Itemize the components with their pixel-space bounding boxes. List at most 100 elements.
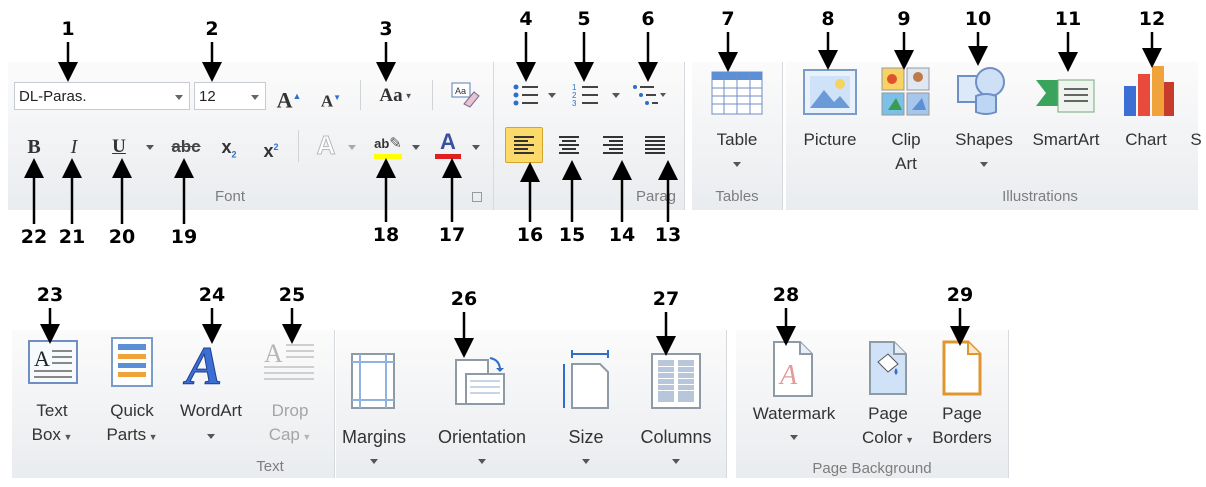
chart-icon[interactable] (1120, 64, 1176, 118)
highlight-button[interactable]: ab✎ (370, 128, 406, 162)
callout-4: 4 (519, 8, 533, 30)
shapes-icon[interactable] (954, 62, 1010, 118)
wordart-icon[interactable]: A (180, 334, 236, 397)
multilevel-list-button[interactable] (632, 82, 668, 108)
quick-parts-line1: Quick (110, 401, 154, 420)
page-borders-button-label[interactable]: Page Borders (924, 402, 1000, 450)
watermark-button-label[interactable]: Watermark (742, 402, 846, 426)
font-color-button[interactable]: A (432, 128, 464, 162)
change-case-glyph: Aa (379, 85, 403, 106)
page-color-line2-text: Color (861, 428, 903, 447)
wordart-button-label[interactable]: WordArt (170, 399, 252, 423)
chevron-down-icon[interactable] (370, 459, 378, 464)
shrink-font-glyph: A (320, 91, 334, 111)
justify-button[interactable] (638, 128, 672, 162)
chevron-down-icon[interactable] (733, 162, 741, 167)
clip-art-button-label[interactable]: Clip Art (878, 128, 934, 176)
svg-text:Aa: Aa (455, 86, 466, 96)
shrink-font-button[interactable]: A▼ (316, 84, 346, 116)
text-box-line2: Box ▼ (22, 423, 82, 449)
cut-off-button-label[interactable]: S (1188, 128, 1204, 152)
quick-parts-button-label[interactable]: Quick Parts ▼ (96, 399, 168, 449)
picture-icon[interactable] (802, 68, 858, 118)
font-size-combo[interactable]: 12 (194, 82, 266, 110)
text-box-icon[interactable]: A (26, 338, 80, 388)
chevron-down-icon[interactable] (207, 434, 215, 439)
dialog-launcher-icon[interactable] (472, 192, 482, 202)
chart-button-label[interactable]: Chart (1114, 128, 1178, 152)
margins-button-label[interactable]: Margins (334, 425, 414, 449)
orientation-icon[interactable] (452, 352, 508, 410)
font-size-value: 12 (199, 88, 216, 105)
callout-7: 7 (721, 8, 735, 30)
chevron-down-icon: ▼ (299, 432, 312, 442)
chevron-down-icon[interactable] (790, 435, 798, 440)
margins-icon[interactable] (350, 352, 396, 410)
clear-formatting-icon[interactable]: Aa (448, 80, 482, 108)
chevron-down-icon[interactable] (146, 145, 154, 150)
underline-button[interactable]: U (106, 133, 132, 161)
strikethrough-button[interactable]: abc (166, 133, 206, 161)
chevron-down-icon[interactable] (251, 95, 259, 100)
bold-button[interactable]: B (20, 133, 48, 161)
bullets-button[interactable] (512, 82, 542, 108)
subscript-button[interactable]: x2 (214, 133, 244, 169)
font-name-value: DL-Paras. (19, 88, 87, 105)
orientation-button-label[interactable]: Orientation (420, 425, 544, 449)
chevron-down-icon[interactable] (348, 145, 356, 150)
chevron-down-icon[interactable] (472, 145, 480, 150)
callout-24: 24 (198, 284, 226, 306)
chevron-down-icon[interactable] (478, 459, 486, 464)
shapes-button-label[interactable]: Shapes (946, 128, 1022, 152)
page-color-icon[interactable] (864, 340, 912, 396)
align-right-button[interactable] (596, 128, 630, 162)
paragraph-group-label: Parag (636, 188, 677, 205)
size-button-label[interactable]: Size (556, 425, 616, 449)
columns-button-label[interactable]: Columns (630, 425, 722, 449)
callout-11: 11 (1054, 8, 1082, 30)
subscript-glyph: x (221, 137, 232, 157)
chevron-down-icon[interactable] (582, 459, 590, 464)
change-case-button[interactable]: Aa ▼ (372, 82, 420, 111)
quick-parts-line2: Parts ▼ (96, 423, 168, 449)
callout-5: 5 (577, 8, 591, 30)
clip-art-icon[interactable] (880, 66, 932, 118)
table-button-label[interactable]: Table (704, 128, 770, 152)
smartart-icon[interactable] (1034, 70, 1096, 116)
font-name-combo[interactable]: DL-Paras. (14, 82, 190, 110)
text-box-button-label[interactable]: Text Box ▼ (22, 399, 82, 449)
chevron-down-icon[interactable] (672, 459, 680, 464)
quick-parts-icon[interactable] (110, 336, 154, 388)
chevron-down-icon: ▼ (902, 435, 915, 445)
page-borders-icon[interactable] (938, 340, 986, 396)
picture-button-label[interactable]: Picture (792, 128, 868, 152)
clip-art-line2: Art (895, 154, 917, 173)
align-center-button[interactable] (552, 128, 586, 162)
smartart-button-label[interactable]: SmartArt (1024, 128, 1108, 152)
align-left-button[interactable] (505, 127, 543, 163)
chevron-down-icon[interactable] (980, 162, 988, 167)
callout-19: 19 (170, 226, 198, 248)
superscript-button[interactable]: x2 (256, 133, 286, 165)
watermark-icon[interactable]: A (768, 340, 818, 398)
page-background-group-label: Page Background (812, 460, 932, 477)
chevron-down-icon[interactable] (412, 145, 420, 150)
callout-6: 6 (641, 8, 655, 30)
grow-font-button[interactable]: A▲ (274, 82, 304, 114)
page-color-line2: Color ▼ (846, 426, 930, 452)
superscript-mark: 2 (273, 142, 279, 152)
chevron-down-icon[interactable] (175, 95, 183, 100)
italic-button[interactable]: I (62, 133, 86, 161)
numbering-button[interactable]: 123 (572, 82, 602, 108)
chevron-down-icon[interactable] (612, 93, 620, 98)
chevron-down-icon[interactable] (548, 93, 556, 98)
size-icon[interactable] (560, 350, 612, 410)
callout-22: 22 (20, 226, 48, 248)
quick-parts-line2-text: Parts (106, 425, 147, 444)
columns-icon[interactable] (650, 352, 702, 410)
page-color-button-label[interactable]: Page Color ▼ (846, 402, 930, 452)
table-icon[interactable] (710, 70, 764, 116)
callout-14: 14 (608, 224, 636, 246)
text-effects-button[interactable]: A (310, 131, 342, 160)
callout-9: 9 (897, 8, 911, 30)
